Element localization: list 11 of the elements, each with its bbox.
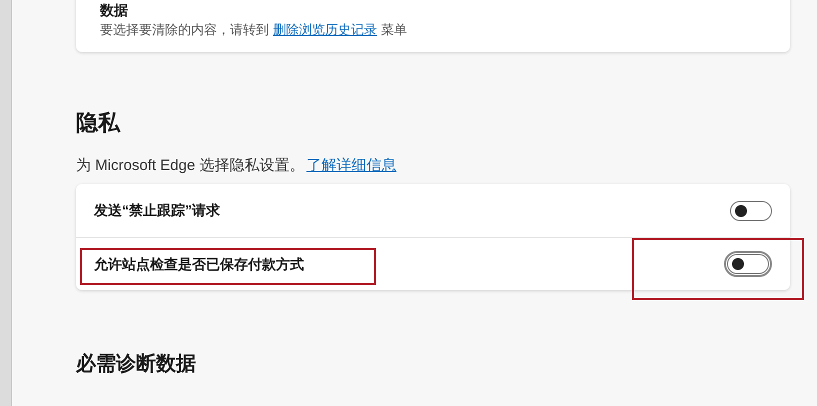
section-heading: 必需诊断数据	[76, 352, 196, 377]
setting-label: 允许站点检查是否已保存付款方式	[94, 254, 304, 274]
card-text: 要选择要清除的内容，请转到	[100, 21, 269, 39]
history-link[interactable]: 删除浏览历史记录	[273, 20, 377, 40]
section-description: 为 Microsoft Edge 选择隐私设置。	[76, 156, 304, 176]
card-title: 数据	[100, 1, 128, 20]
learn-more-link[interactable]: 了解详细信息	[306, 156, 396, 176]
toggle-switch[interactable]	[730, 200, 772, 220]
section-heading: 隐私	[76, 109, 120, 137]
card-text: 菜单	[381, 21, 407, 39]
setting-label: 发送“禁止跟踪”请求	[94, 201, 220, 220]
